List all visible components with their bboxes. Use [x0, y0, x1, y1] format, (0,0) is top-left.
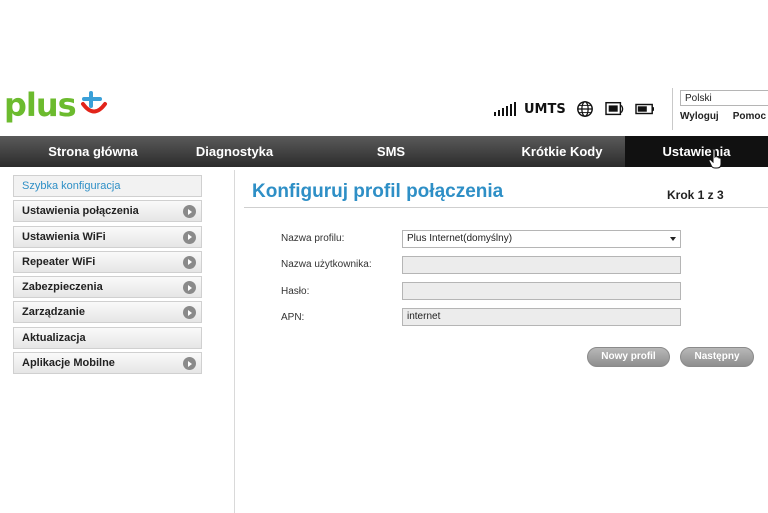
nav-home[interactable]: Strona główna [0, 136, 186, 167]
expand-arrow-icon [183, 230, 196, 244]
content-divider [234, 170, 235, 513]
globe-icon [576, 101, 593, 117]
expand-arrow-icon [183, 357, 196, 371]
sidebar-item-management[interactable]: Zarządzanie [13, 301, 202, 324]
language-select[interactable]: Polski [680, 90, 768, 106]
plus-logo: plus [4, 86, 110, 124]
expand-arrow-icon [183, 205, 196, 219]
sidebar-item-security[interactable]: Zabezpieczenia [13, 276, 202, 299]
sidebar-item-label: Ustawienia połączenia [22, 205, 139, 218]
sidebar-item-wifi-settings[interactable]: Ustawienia WiFi [13, 225, 202, 248]
logout-link[interactable]: Wyloguj [680, 111, 719, 122]
expand-arrow-icon [183, 255, 196, 269]
sidebar-item-repeater-wifi[interactable]: Repeater WiFi [13, 250, 202, 273]
sim-card-icon [605, 101, 624, 116]
nav-short-codes[interactable]: Krótkie Kody [499, 136, 625, 167]
sidebar-item-mobile-apps[interactable]: Aplikacje Mobilne [13, 352, 202, 375]
header-divider [672, 88, 673, 130]
signal-strength-icon [494, 102, 516, 116]
logo-text: plus [4, 86, 77, 124]
sidebar-item-label: Repeater WiFi [22, 255, 96, 268]
main-nav: Strona główna Diagnostyka SMS Krótkie Ko… [0, 136, 768, 167]
profile-select[interactable]: Plus Internet(domyślny) [402, 230, 681, 248]
help-link[interactable]: Pomoc [733, 111, 766, 122]
page-title: Konfiguruj profil połączenia [252, 181, 504, 202]
header-links: Wyloguj Pomoc [680, 111, 766, 122]
profile-select-value: Plus Internet(domyślny) [407, 233, 513, 244]
expand-arrow-icon [183, 281, 196, 295]
step-indicator: Krok 1 z 3 [667, 188, 724, 202]
apn-field[interactable]: internet [402, 308, 681, 326]
sidebar-item-label: Ustawienia WiFi [22, 230, 106, 243]
nav-sms[interactable]: SMS [283, 136, 499, 167]
password-field[interactable] [402, 282, 681, 300]
status-bar: UMTS [494, 100, 656, 118]
nav-settings[interactable]: Ustawienia [625, 136, 768, 167]
sidebar-item-label: Aplikacje Mobilne [22, 357, 115, 370]
next-button[interactable]: Następny [680, 347, 754, 367]
network-type: UMTS [524, 101, 566, 117]
apn-label: APN: [281, 312, 305, 323]
sidebar-item-connection-settings[interactable]: Ustawienia połączenia [13, 200, 202, 223]
dropdown-arrow-icon [670, 237, 676, 241]
sidebar-item-label: Aktualizacja [22, 331, 86, 344]
logo-mark-icon [80, 91, 107, 114]
new-profile-button[interactable]: Nowy profil [587, 347, 670, 367]
battery-icon [635, 103, 654, 115]
title-divider [244, 207, 768, 208]
expand-arrow-icon [183, 306, 196, 320]
profile-label: Nazwa profilu: [281, 233, 345, 244]
username-field[interactable] [402, 256, 681, 274]
sidebar-item-label: Zarządzanie [22, 306, 85, 319]
password-label: Hasło: [281, 286, 310, 297]
sidebar: Szybka konfiguracja Ustawienia połączeni… [13, 175, 202, 377]
sidebar-item-label: Zabezpieczenia [22, 281, 103, 294]
username-label: Nazwa użytkownika: [281, 259, 372, 270]
sidebar-item-label: Szybka konfiguracja [22, 180, 121, 192]
nav-diagnostics[interactable]: Diagnostyka [186, 136, 283, 167]
sidebar-item-quick-setup[interactable]: Szybka konfiguracja [13, 175, 202, 197]
hand-cursor-icon [708, 148, 722, 169]
sidebar-item-update[interactable]: Aktualizacja [13, 326, 202, 349]
